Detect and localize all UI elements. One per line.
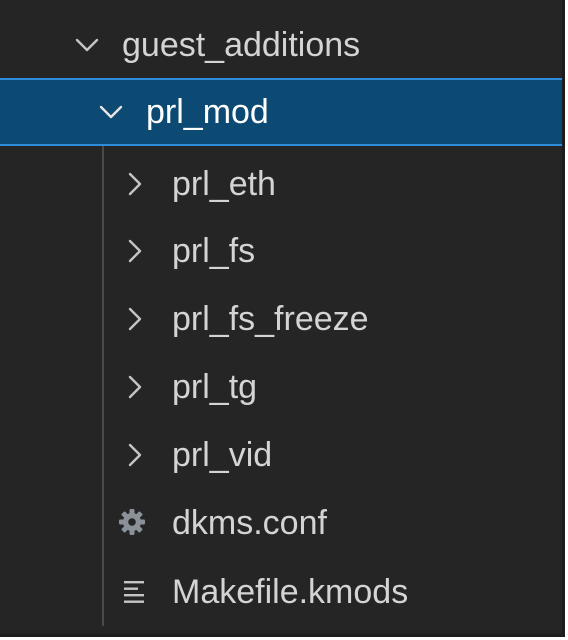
tree-item-label: prl_fs_freeze: [172, 300, 369, 338]
tree-item-label: prl_vid: [172, 436, 273, 474]
tree-item-prl-tg[interactable]: prl_tg: [0, 354, 562, 422]
tree-item-label: Makefile.kmods: [172, 573, 409, 611]
chevron-right-icon: [122, 374, 148, 400]
lines-icon: [122, 578, 150, 606]
tree-item-prl-fs-freeze[interactable]: prl_fs_freeze: [0, 286, 562, 354]
tree-item-prl-eth[interactable]: prl_eth: [0, 150, 562, 218]
chevron-down-icon: [98, 99, 124, 125]
explorer-tree: guest_additions prl_mod prl_eth prl_fs p…: [0, 0, 565, 637]
tree-item-label: prl_tg: [172, 368, 258, 406]
tree-item-label: guest_additions: [122, 26, 361, 64]
chevron-right-icon: [122, 238, 148, 264]
tree-item-prl-vid[interactable]: prl_vid: [0, 422, 562, 490]
tree-item-prl-fs[interactable]: prl_fs: [0, 218, 562, 286]
tree-item-guest-additions[interactable]: guest_additions: [0, 12, 562, 80]
chevron-right-icon: [122, 306, 148, 332]
tree-item-label: prl_eth: [172, 165, 276, 203]
tree-item-label: prl_mod: [146, 93, 269, 131]
chevron-right-icon: [122, 171, 148, 197]
chevron-right-icon: [122, 442, 148, 468]
tree-item-label: prl_fs: [172, 232, 256, 270]
tree-item-label: dkms.conf: [172, 504, 327, 542]
tree-item-makefile-kmods[interactable]: Makefile.kmods: [0, 558, 562, 626]
tree-item-prl-mod[interactable]: prl_mod: [0, 78, 562, 146]
chevron-down-icon: [74, 32, 100, 58]
tree-item-dkms-conf[interactable]: dkms.conf: [0, 490, 562, 558]
gear-icon: [118, 508, 146, 536]
